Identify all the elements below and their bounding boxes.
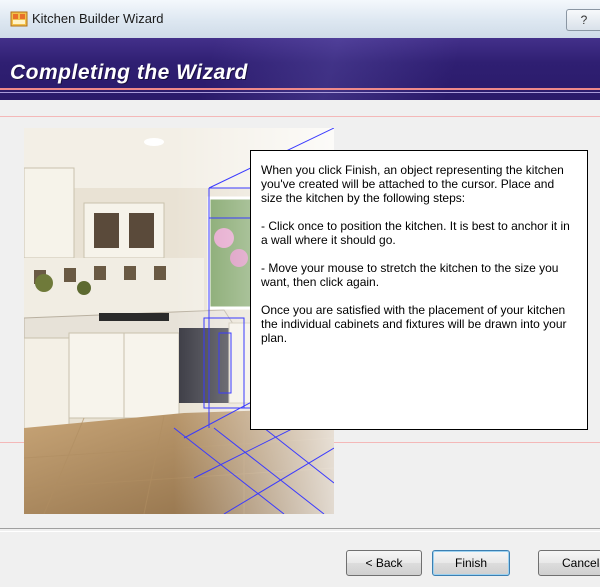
page-title: Completing the Wizard [10, 61, 248, 84]
instruction-paragraph: When you click Finish, an object represe… [261, 163, 564, 205]
back-button[interactable]: < Back [346, 550, 422, 576]
instruction-paragraph: - Move your mouse to stretch the kitchen… [261, 261, 559, 289]
instruction-paragraph: Once you are satisfied with the placemen… [261, 303, 567, 345]
banner-stripe-secondary [0, 92, 600, 93]
header-divider [0, 116, 600, 117]
instruction-paragraph: - Click once to position the kitchen. It… [261, 219, 570, 247]
finish-button[interactable]: Finish [432, 550, 510, 576]
wizard-header-banner: Completing the Wizard [0, 38, 600, 100]
instructions-box: When you click Finish, an object represe… [250, 150, 588, 430]
banner-stripe [0, 88, 600, 90]
cancel-button[interactable]: Cancel [538, 550, 600, 576]
kitchen-app-icon [10, 11, 28, 27]
window-title: Kitchen Builder Wizard [32, 11, 164, 26]
help-button[interactable]: ? [566, 9, 600, 31]
button-separator [0, 528, 600, 532]
title-bar: Kitchen Builder Wizard ? [0, 0, 600, 39]
